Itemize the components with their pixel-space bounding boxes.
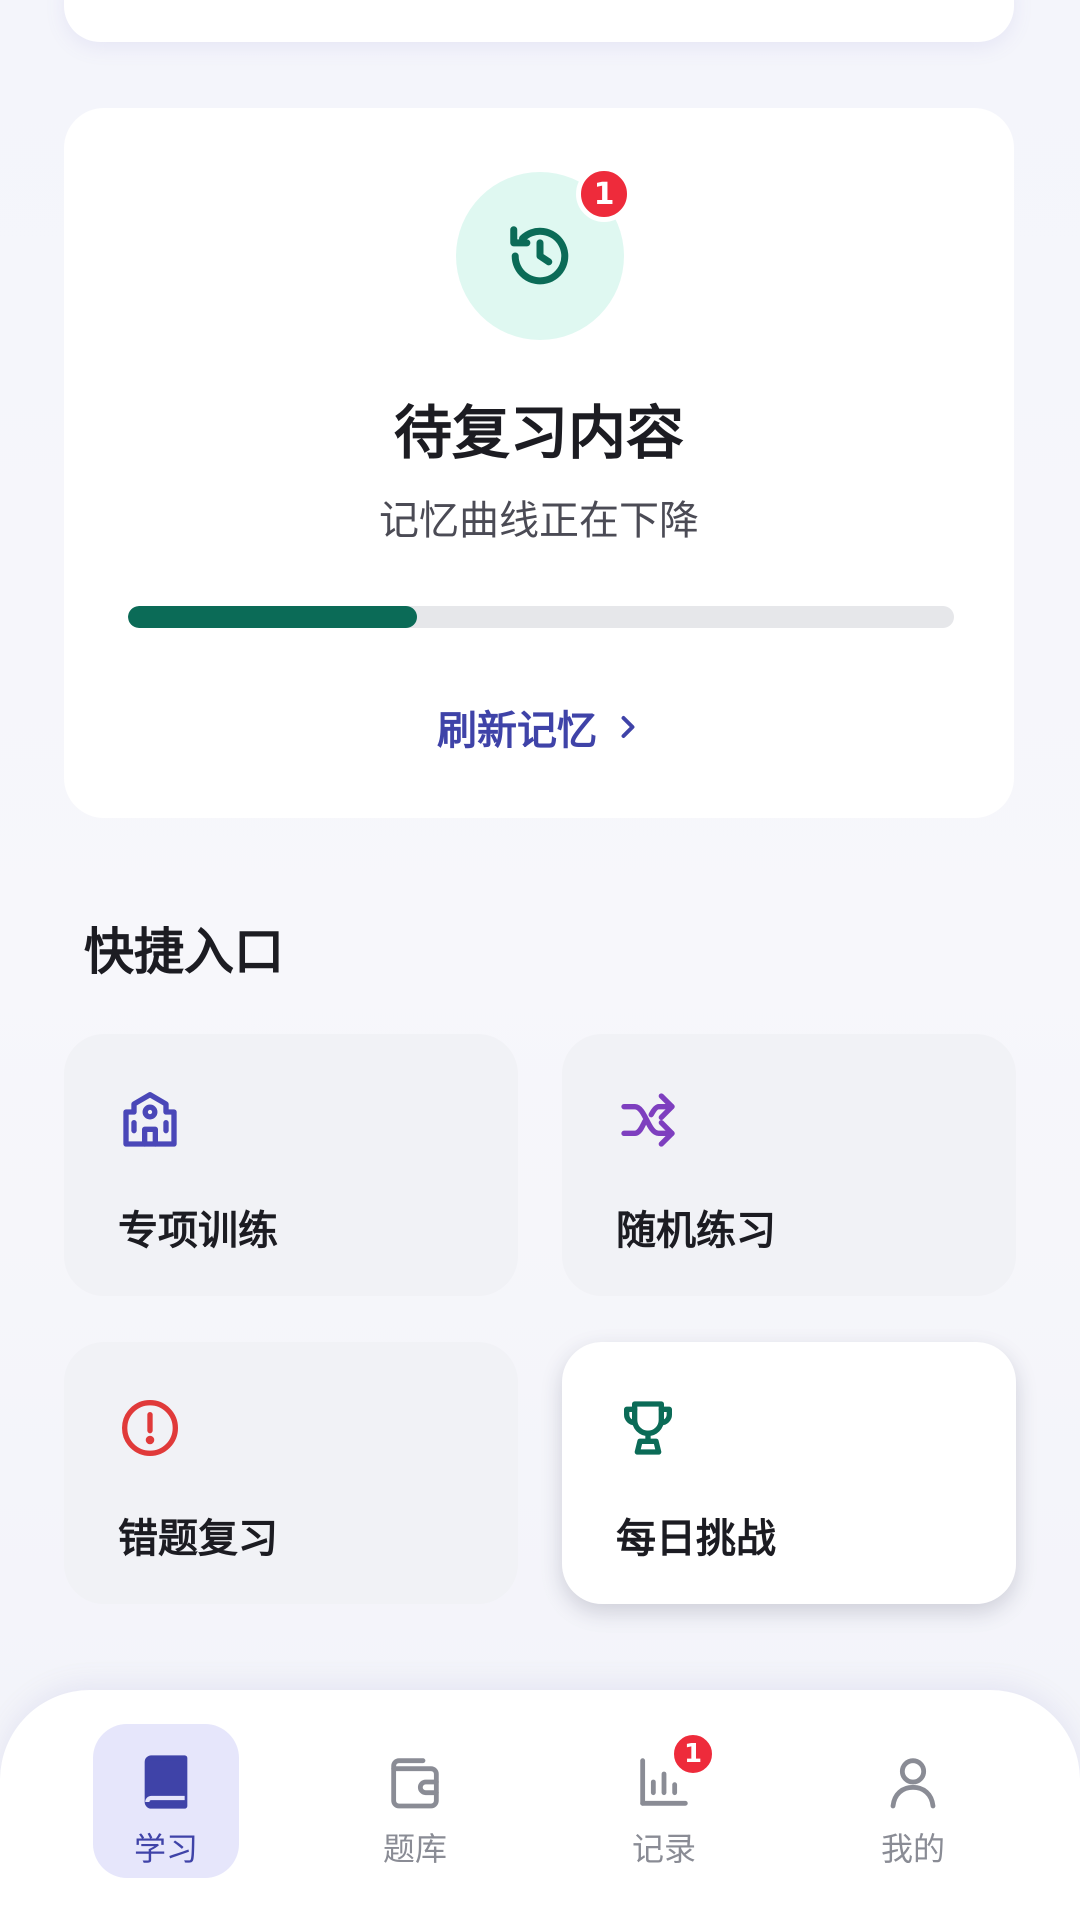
nav-item-mine[interactable]: 我的: [840, 1724, 986, 1878]
bottom-nav: 学习 题库 记录 1 我的: [0, 1690, 1080, 1920]
tile-daily-challenge[interactable]: 每日挑战: [562, 1342, 1016, 1604]
tile-random-practice[interactable]: 随机练习: [562, 1034, 1016, 1296]
shuffle-icon: [621, 1093, 675, 1147]
history-icon: [510, 226, 569, 285]
tile-label: 专项训练: [118, 1208, 278, 1254]
wallet-icon: [391, 1758, 439, 1809]
chevron-right-icon: [621, 716, 635, 738]
refresh-memory-button[interactable]: 刷新记忆: [64, 698, 1014, 756]
review-card[interactable]: 1 待复习内容 记忆曲线正在下降 刷新记忆: [64, 108, 1014, 818]
review-title: 待复习内容: [393, 399, 684, 467]
memory-progress-fill: [128, 606, 418, 628]
nav-label: 学习: [133, 1830, 198, 1868]
review-badge: 1: [576, 166, 632, 222]
refresh-memory-label: 刷新记忆: [437, 708, 597, 754]
alert-circle-icon: [122, 1400, 178, 1456]
top-card-remnant: [64, 0, 1014, 42]
records-badge: 1: [669, 1730, 717, 1778]
tile-special-training[interactable]: 专项训练: [64, 1034, 518, 1296]
tile-label: 每日挑战: [616, 1516, 776, 1562]
nav-label: 题库: [382, 1830, 447, 1868]
page: 1 待复习内容 记忆曲线正在下降 刷新记忆 快捷入口 专项训练 随机练习 错题复…: [0, 0, 1080, 1920]
tile-label: 随机练习: [616, 1208, 776, 1254]
nav-item-study[interactable]: 学习: [93, 1724, 239, 1878]
nav-item-question-bank[interactable]: 题库: [342, 1724, 488, 1878]
tile-wrong-review[interactable]: 错题复习: [64, 1342, 518, 1604]
quick-access-title: 快捷入口: [84, 923, 284, 981]
book-icon: [144, 1755, 188, 1809]
tile-label: 错题复习: [118, 1516, 278, 1562]
review-subtitle: 记忆曲线正在下降: [379, 498, 699, 544]
nav-label: 我的: [880, 1830, 945, 1868]
nav-label: 记录: [631, 1830, 696, 1868]
person-icon: [890, 1758, 936, 1809]
school-icon: [123, 1092, 177, 1147]
memory-progress-bar: [128, 606, 954, 628]
nav-item-records[interactable]: 记录 1: [591, 1724, 737, 1878]
trophy-icon: [624, 1401, 672, 1455]
